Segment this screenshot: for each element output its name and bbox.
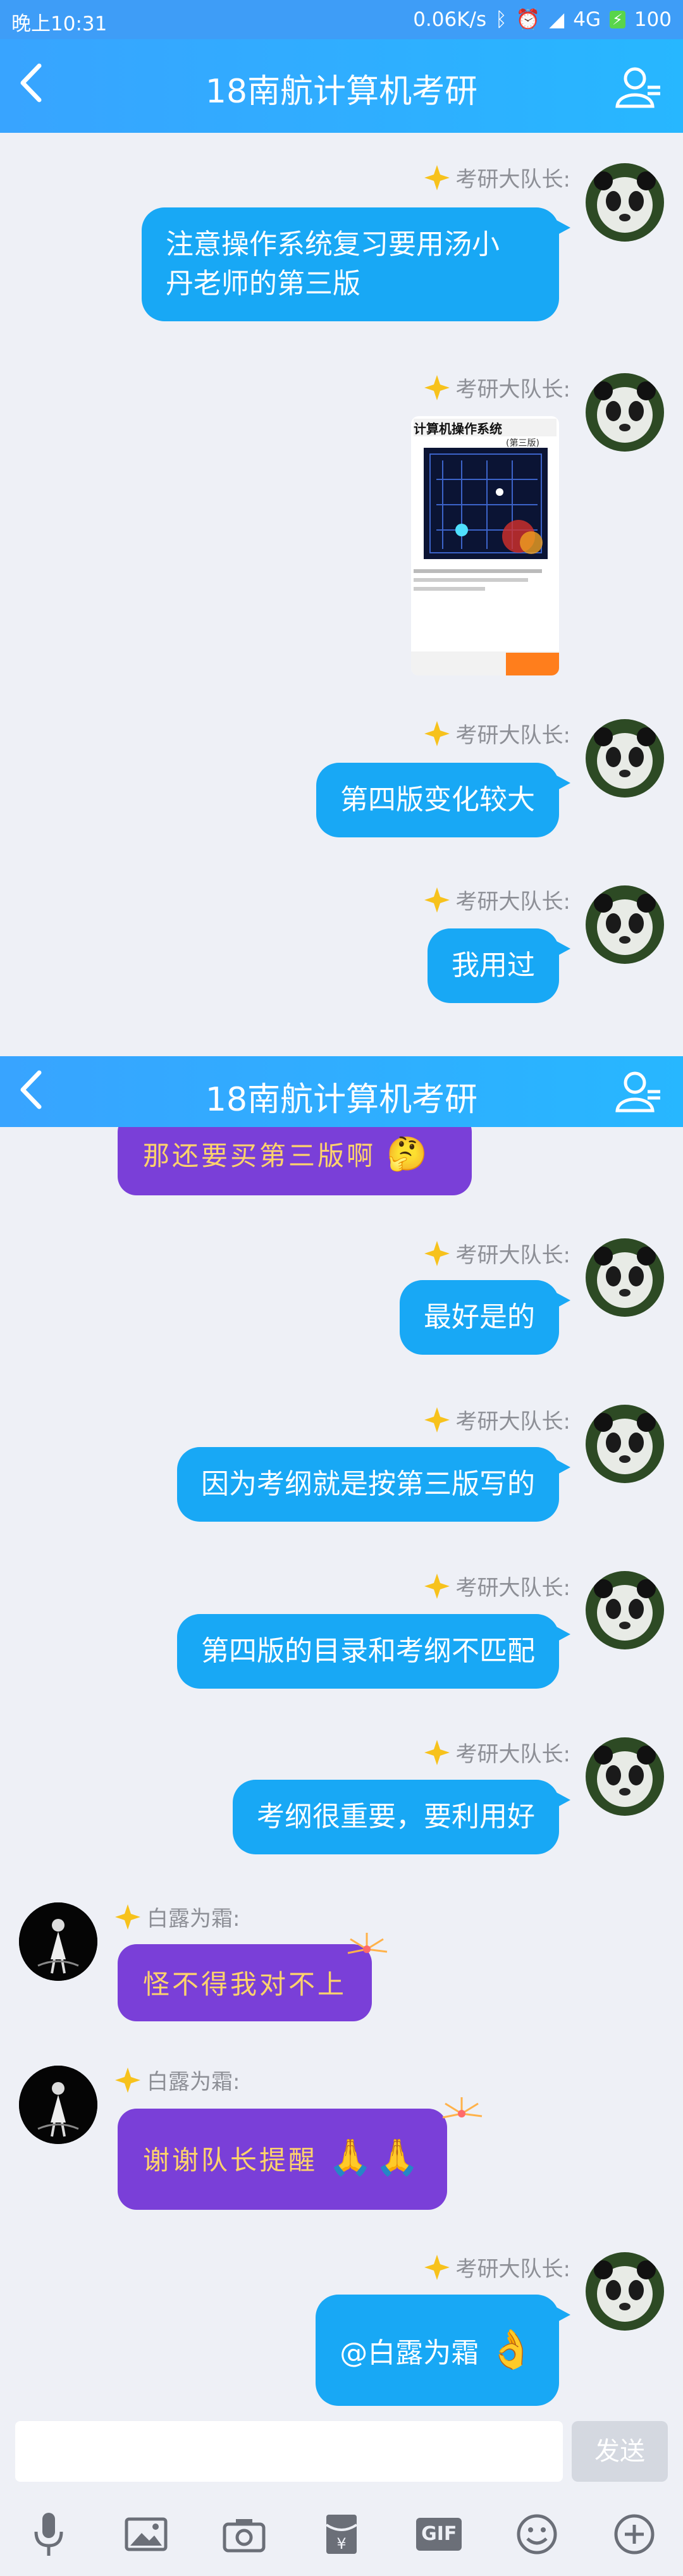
message-bubble[interactable]: 第四版变化较大 (316, 763, 570, 837)
red-packet-button[interactable]: ¥ (317, 2510, 366, 2558)
avatar[interactable] (586, 1571, 664, 1649)
image-button[interactable] (122, 2510, 170, 2558)
microphone-icon (34, 2512, 63, 2556)
star-badge-icon (115, 1904, 140, 1930)
book-edition: (第三版) (506, 438, 539, 448)
image-message[interactable]: 计算机操作系统 (第三版) (411, 416, 559, 675)
battery-icon: ⚡ (609, 10, 625, 28)
alarm-icon: ⏰ (515, 8, 541, 31)
sender-name: 白露为霜: (114, 2064, 240, 2095)
image-icon (125, 2517, 168, 2551)
status-bar: 晚上10:31 0.06K/s ᛒ ⏰ ◢ 4G ⚡ 100 (0, 0, 683, 39)
avatar[interactable] (586, 1238, 664, 1317)
star-badge-icon (424, 887, 450, 913)
sender-name: 考研大队长: (423, 884, 570, 915)
star-badge-icon (424, 1739, 450, 1765)
avatar[interactable] (19, 2066, 97, 2144)
message-bubble[interactable]: 因为考纲就是按第三版写的 (177, 1447, 570, 1522)
camera-icon (223, 2518, 266, 2552)
avatar[interactable] (586, 719, 664, 798)
message-bubble[interactable]: 第四版的目录和考纲不匹配 (177, 1614, 570, 1689)
star-badge-icon (424, 1573, 450, 1599)
chat-header: 18南航计算机考研 (0, 39, 683, 133)
sender-name: 考研大队长: (423, 2252, 570, 2283)
star-badge-icon (115, 2067, 140, 2093)
chat-title: 18南航计算机考研 (205, 73, 478, 111)
message-bubble[interactable]: 注意操作系统复习要用汤小 丹老师的第三版 (142, 207, 570, 321)
book-cover-image (424, 448, 548, 559)
message-bubble[interactable]: 我用过 (428, 928, 570, 1003)
sender-name: 考研大队长: (423, 372, 570, 403)
sender-name: 白露为霜: (114, 1901, 240, 1932)
message-bubble[interactable]: 谢谢队长提醒 🙏🙏 (118, 2109, 447, 2210)
bluetooth-icon: ᛒ (495, 8, 507, 31)
sender-name: 考研大队长: (423, 1570, 570, 1601)
gif-button[interactable]: GIF (415, 2510, 463, 2558)
red-packet-icon: ¥ (325, 2514, 358, 2554)
user-icon (615, 1071, 660, 1112)
chat-title: 18南航计算机考研 (205, 1081, 478, 1119)
emoji-button[interactable] (513, 2510, 561, 2558)
book-title: 计算机操作系统 (414, 419, 557, 436)
sender-name: 考研大队长: (423, 162, 570, 193)
network-type: 4G (573, 8, 601, 31)
message-bubble[interactable]: 最好是的 (400, 1280, 570, 1355)
input-bar: 发送 (0, 2416, 683, 2482)
network-speed: 0.06K/s (413, 8, 487, 31)
emoji-icon (517, 2514, 557, 2554)
star-badge-icon (424, 720, 450, 746)
star-badge-icon (424, 374, 450, 400)
group-profile-button[interactable] (613, 1066, 664, 1117)
chat-header-2: 18南航计算机考研 (0, 1056, 683, 1127)
status-time: 晚上10:31 (11, 13, 108, 35)
battery-level: 100 (634, 8, 672, 31)
firework-decoration-icon (442, 2097, 483, 2119)
message-bubble[interactable]: @白露为霜 👌 (316, 2295, 570, 2406)
emoji-icon: 🤔 (386, 1135, 431, 1173)
status-indicators: 0.06K/s ᛒ ⏰ ◢ 4G ⚡ 100 (413, 8, 672, 32)
sender-name: 考研大队长: (423, 1238, 570, 1269)
sender-name: 考研大队长: (423, 1737, 570, 1768)
star-badge-icon (424, 1407, 450, 1433)
star-badge-icon (424, 2254, 450, 2280)
avatar[interactable] (586, 2252, 664, 2331)
send-button[interactable]: 发送 (572, 2421, 668, 2482)
message-input[interactable] (15, 2421, 563, 2482)
star-badge-icon (424, 164, 450, 190)
ok-hand-icon: 👌 (488, 2327, 535, 2372)
group-profile-button[interactable] (613, 62, 664, 113)
message-bubble[interactable]: 考纲很重要，要利用好 (233, 1780, 570, 1854)
more-button[interactable] (610, 2510, 658, 2558)
user-icon (615, 67, 660, 108)
sender-name: 考研大队长: (423, 718, 570, 749)
voice-button[interactable] (25, 2510, 73, 2558)
input-toolbar: ¥ GIF (0, 2492, 683, 2576)
avatar[interactable] (19, 1902, 97, 1981)
message-bubble[interactable]: 怪不得我对不上 (118, 1944, 372, 2021)
avatar[interactable] (586, 373, 664, 452)
sender-name: 考研大队长: (423, 1404, 570, 1435)
avatar[interactable] (586, 1405, 664, 1483)
avatar[interactable] (586, 163, 664, 242)
pray-hands-icon: 🙏🙏 (328, 2137, 422, 2178)
star-badge-icon (424, 1240, 450, 1266)
svg-text:¥: ¥ (336, 2535, 346, 2553)
firework-decoration-icon (347, 1933, 388, 1954)
avatar[interactable] (586, 885, 664, 964)
signal-icon: ◢ (549, 8, 565, 31)
avatar[interactable] (586, 1737, 664, 1816)
camera-button[interactable] (220, 2510, 268, 2558)
plus-icon (614, 2514, 655, 2554)
